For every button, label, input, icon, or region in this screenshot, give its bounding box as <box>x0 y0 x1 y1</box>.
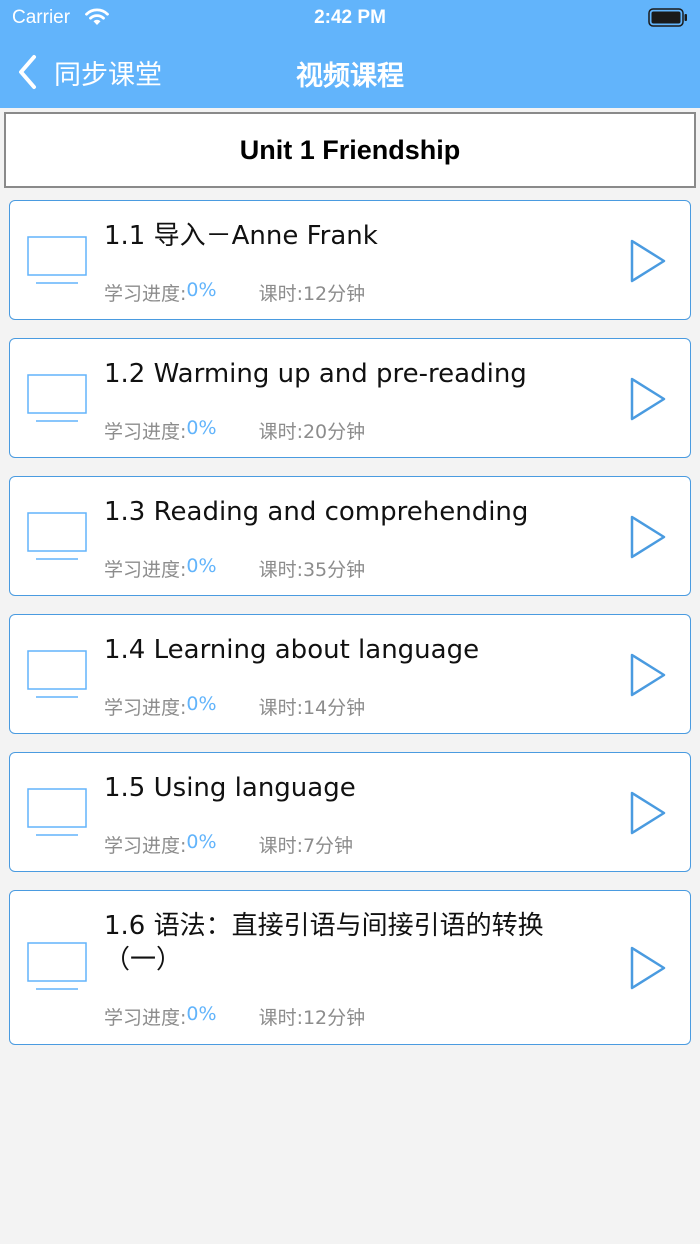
duration-label: 课时: <box>258 559 303 581</box>
duration-value: 20分钟 <box>302 421 366 443</box>
lesson-card[interactable]: 1.3 Reading and comprehending 学习进度: 0% 课… <box>9 476 691 596</box>
lesson-meta: 学习进度: 0% 课时: 12分钟 <box>104 1003 365 1030</box>
lesson-card[interactable]: 1.6 语法：直接引语与间接引语的转换（一） 学习进度: 0% 课时: 12分钟 <box>9 890 691 1045</box>
progress-label: 学习进度: <box>104 559 187 581</box>
lesson-meta: 学习进度: 0% 课时: 12分钟 <box>104 279 365 306</box>
progress-value: 0% <box>186 279 217 301</box>
play-icon[interactable] <box>628 945 668 991</box>
play-icon[interactable] <box>628 376 668 422</box>
monitor-icon <box>27 236 87 284</box>
status-bar: Carrier 2:42 PM <box>0 0 700 36</box>
lesson-title: 1.6 语法：直接引语与间接引语的转换（一） <box>104 911 544 975</box>
duration-value: 12分钟 <box>302 1007 366 1029</box>
play-icon[interactable] <box>628 652 668 698</box>
page-title: 视频课程 <box>296 61 404 92</box>
duration-value: 35分钟 <box>302 559 366 581</box>
lesson-title: 1.3 Reading and comprehending <box>104 497 529 527</box>
lesson-meta: 学习进度: 0% 课时: 35分钟 <box>104 555 365 582</box>
duration-value: 12分钟 <box>302 283 366 305</box>
lesson-meta: 学习进度: 0% 课时: 14分钟 <box>104 693 365 720</box>
duration-label: 课时: <box>258 1007 303 1029</box>
lesson-meta: 学习进度: 0% 课时: 20分钟 <box>104 417 365 444</box>
battery-icon <box>648 8 687 27</box>
lesson-card[interactable]: 1.2 Warming up and pre-reading 学习进度: 0% … <box>9 338 691 458</box>
unit-header: Unit 1 Friendship <box>4 112 696 188</box>
lesson-title: 1.1 导入－Anne Frank <box>104 221 378 251</box>
progress-value: 0% <box>186 555 217 577</box>
lesson-meta: 学习进度: 0% 课时: 7分钟 <box>104 831 353 858</box>
status-time: 2:42 PM <box>314 7 386 28</box>
lesson-card[interactable]: 1.5 Using language 学习进度: 0% 课时: 7分钟 <box>9 752 691 872</box>
play-icon[interactable] <box>628 238 668 284</box>
duration-label: 课时: <box>258 835 303 857</box>
monitor-icon <box>27 374 87 422</box>
progress-label: 学习进度: <box>104 283 187 305</box>
progress-label: 学习进度: <box>104 1007 187 1029</box>
progress-value: 0% <box>186 693 217 715</box>
progress-label: 学习进度: <box>104 835 187 857</box>
navigation-bar: 同步课堂 视频课程 <box>0 36 700 108</box>
monitor-icon <box>27 512 87 560</box>
lesson-title: 1.4 Learning about language <box>104 635 480 665</box>
duration-label: 课时: <box>258 421 303 443</box>
monitor-icon <box>27 650 87 698</box>
duration-value: 14分钟 <box>302 697 366 719</box>
top-bar: Carrier 2:42 PM 同步课堂 视频课程 <box>0 0 700 108</box>
lesson-card[interactable]: 1.4 Learning about language 学习进度: 0% 课时:… <box>9 614 691 734</box>
play-icon[interactable] <box>628 514 668 560</box>
unit-title: Unit 1 Friendship <box>239 134 461 165</box>
duration-label: 课时: <box>258 697 303 719</box>
lesson-title: 1.2 Warming up and pre-reading <box>104 359 527 389</box>
lesson-title: 1.5 Using language <box>104 773 356 803</box>
lesson-card[interactable]: 1.1 导入－Anne Frank 学习进度: 0% 课时: 12分钟 <box>9 200 691 320</box>
monitor-icon <box>27 942 87 990</box>
monitor-icon <box>27 788 87 836</box>
progress-value: 0% <box>186 831 217 853</box>
duration-value: 7分钟 <box>302 835 354 857</box>
progress-value: 0% <box>186 417 217 439</box>
progress-value: 0% <box>186 1003 217 1025</box>
progress-label: 学习进度: <box>104 697 187 719</box>
play-icon[interactable] <box>628 790 668 836</box>
progress-label: 学习进度: <box>104 421 187 443</box>
duration-label: 课时: <box>258 283 303 305</box>
